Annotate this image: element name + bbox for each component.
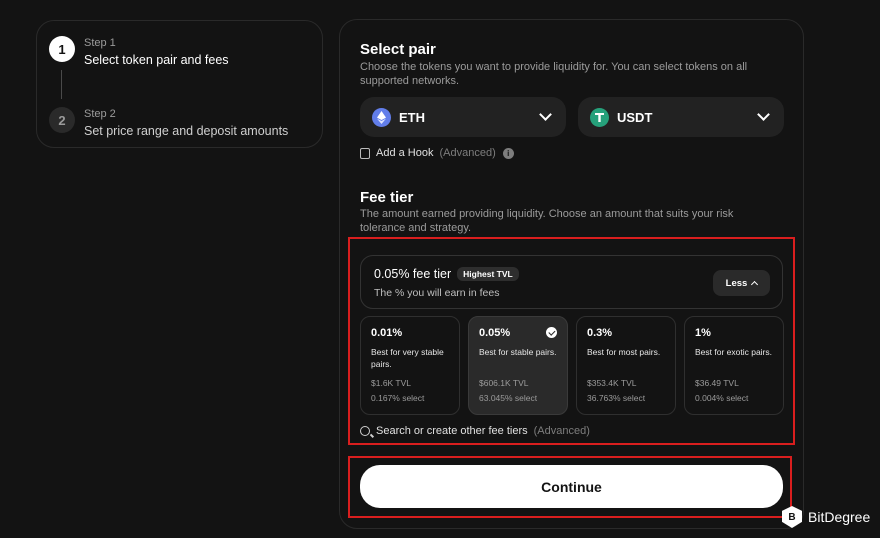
step-1-title: Select token pair and fees	[84, 53, 229, 67]
chevron-down-icon	[539, 108, 552, 121]
fee-tier-subtitle: The % you will earn in fees	[374, 287, 500, 299]
fee-option-pct: 0.05%	[479, 327, 511, 339]
fee-option-pct: 1%	[695, 327, 711, 339]
fee-option-0-3[interactable]: 0.3% Best for most pairs. $353.4K TVL 36…	[576, 316, 676, 415]
fee-option-tvl: $606.1K TVL	[479, 378, 529, 388]
fee-tier-header: 0.05% fee tier Highest TVL The % you wil…	[360, 255, 783, 309]
fee-option-select: 36.763% select	[587, 393, 646, 403]
hook-advanced: (Advanced)	[439, 147, 496, 159]
steps-panel: 1 Step 1 Select token pair and fees 2 St…	[36, 20, 323, 148]
chevron-down-icon	[757, 108, 770, 121]
fee-tier-title: Fee tier	[360, 189, 414, 206]
step-2-label: Step 2	[84, 108, 116, 120]
fee-option-tvl: $353.4K TVL	[587, 378, 637, 388]
bitdegree-logo-icon: B	[782, 506, 802, 528]
step-1[interactable]: 1 Step 1 Select token pair and fees	[49, 36, 229, 69]
check-icon	[546, 327, 557, 338]
bitdegree-watermark: B BitDegree	[782, 506, 870, 528]
select-pair-title: Select pair	[360, 41, 436, 58]
add-hook-button[interactable]: Add a Hook (Advanced) i	[360, 147, 514, 159]
fee-option-desc: Best for stable pairs.	[479, 347, 557, 357]
search-icon	[360, 426, 370, 436]
fee-option-select: 63.045% select	[479, 393, 538, 403]
hook-icon	[360, 147, 370, 159]
search-fee-tiers-button[interactable]: Search or create other fee tiers (Advanc…	[360, 425, 590, 437]
fee-option-desc: Best for most pairs.	[587, 347, 661, 357]
fee-option-0-01[interactable]: 0.01% Best for very stable pairs. $1.6K …	[360, 316, 460, 415]
fee-option-tvl: $36.49 TVL	[695, 378, 739, 388]
search-advanced: (Advanced)	[533, 425, 590, 437]
step-connector	[61, 70, 62, 99]
main-panel: Select pair Choose the tokens you want t…	[339, 19, 804, 529]
fee-tier-description: The amount earned providing liquidity. C…	[360, 208, 734, 234]
token-a-select[interactable]: ETH	[360, 97, 566, 137]
step-2-number: 2	[49, 107, 75, 133]
highest-tvl-badge: Highest TVL	[457, 267, 519, 281]
step-2[interactable]: 2 Step 2 Set price range and deposit amo…	[49, 107, 288, 140]
less-button[interactable]: Less	[713, 270, 770, 296]
step-1-label: Step 1	[84, 37, 116, 49]
fee-option-1[interactable]: 1% Best for exotic pairs. $36.49 TVL 0.0…	[684, 316, 784, 415]
fee-option-select: 0.167% select	[371, 393, 425, 403]
fee-option-desc: Best for exotic pairs.	[695, 347, 773, 357]
chevron-up-icon	[751, 280, 759, 289]
info-icon[interactable]: i	[502, 147, 514, 159]
fee-option-select: 0.004% select	[695, 393, 749, 403]
fee-option-pct: 0.01%	[371, 327, 403, 339]
fee-option-tvl: $1.6K TVL	[371, 378, 412, 388]
watermark-text: BitDegree	[808, 509, 871, 525]
fee-option-pct: 0.3%	[587, 327, 613, 339]
step-2-title: Set price range and deposit amounts	[84, 124, 289, 138]
continue-button[interactable]: Continue	[360, 465, 783, 508]
token-a-name: ETH	[399, 109, 425, 125]
search-label: Search or create other fee tiers	[376, 425, 528, 437]
fee-option-0-05[interactable]: 0.05% Best for stable pairs. $606.1K TVL…	[468, 316, 568, 415]
hook-label: Add a Hook	[376, 147, 434, 159]
select-pair-description: Choose the tokens you want to provide li…	[360, 61, 748, 87]
eth-icon	[372, 107, 391, 127]
tether-icon	[590, 107, 609, 127]
less-label: Less	[725, 277, 748, 289]
step-1-number: 1	[49, 36, 75, 62]
fee-option-desc: Best for very stable pairs.	[371, 347, 444, 369]
current-fee-tier: 0.05% fee tier	[374, 267, 452, 281]
token-b-select[interactable]: USDT	[578, 97, 784, 137]
token-b-name: USDT	[617, 109, 653, 125]
